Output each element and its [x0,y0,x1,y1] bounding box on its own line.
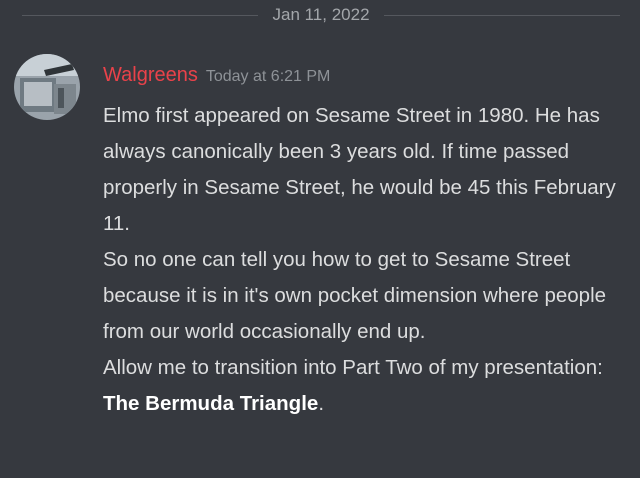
message-body: Elmo first appeared on Sesame Street in … [103,98,623,422]
message-timestamp: Today at 6:21 PM [205,68,331,85]
message-paragraph: Allow me to transition into Part Two of … [103,350,623,422]
divider-line-left [22,14,259,16]
divider-date: Jan 11, 2022 [272,5,370,24]
message-paragraph: Elmo first appeared on Sesame Street in … [103,104,616,235]
user-avatar[interactable] [14,54,80,120]
username[interactable]: Walgreens [103,62,198,88]
message-text: Allow me to transition into Part Two of … [103,356,603,379]
divider-line-right [383,14,621,16]
message-paragraph: So no one can tell you how to get to Ses… [103,248,607,343]
date-divider: Jan 11, 2022 [22,5,621,24]
message-text: . [318,392,325,415]
message-header: Walgreens Today at 6:21 PM [103,62,330,88]
message-bold-text: The Bermuda Triangle [103,392,319,415]
avatar-image [14,54,80,120]
